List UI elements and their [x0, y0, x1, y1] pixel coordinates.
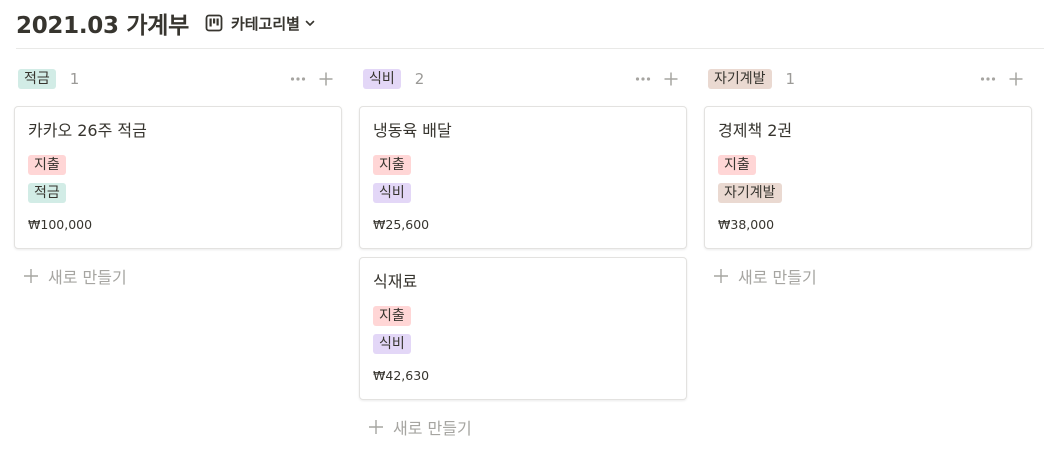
- card-tag-expense: 지출: [718, 155, 756, 175]
- new-card-button[interactable]: 새로 만들기: [704, 261, 1032, 291]
- header-divider: [16, 48, 1044, 49]
- new-card-button[interactable]: 새로 만들기: [14, 261, 342, 291]
- card-tag-category: 식비: [373, 334, 411, 354]
- card-tag-category: 식비: [373, 183, 411, 203]
- card-price: ₩42,630: [373, 368, 430, 383]
- card-title: 카카오 26주 적금: [28, 121, 147, 140]
- board-card[interactable]: 경제책 2권 지출 자기계발 ₩38,000: [704, 106, 1032, 249]
- card-tags: 지출 적금: [28, 155, 329, 203]
- board-card[interactable]: 카카오 26주 적금 지출 적금 ₩100,000: [14, 106, 342, 249]
- card-tag-expense: 지출: [373, 155, 411, 175]
- card-tag-category: 적금: [28, 183, 66, 203]
- card-tag-expense: 지출: [28, 155, 66, 175]
- card-price: ₩100,000: [28, 217, 93, 232]
- card-title: 경제책 2권: [718, 121, 793, 140]
- new-card-button[interactable]: 새로 만들기: [359, 412, 687, 442]
- plus-icon[interactable]: [659, 67, 683, 91]
- plus-icon: [24, 269, 38, 283]
- plus-icon: [369, 420, 383, 434]
- plus-icon[interactable]: [314, 67, 338, 91]
- card-tags: 지출 자기계발: [718, 155, 1019, 203]
- card-tag-expense: 지출: [373, 306, 411, 326]
- more-icon[interactable]: [976, 67, 1000, 91]
- column-tag[interactable]: 식비: [363, 69, 401, 89]
- chevron-down-icon: [305, 20, 315, 26]
- card-tag-category: 자기계발: [718, 183, 782, 203]
- card-title: 식재료: [373, 272, 418, 291]
- column-count: 2: [414, 70, 425, 88]
- board-icon: [205, 14, 223, 32]
- board-column-savings: 적금 1 카카오 26주 적금 지출 적금 ₩100,000 새로 만들기: [14, 64, 342, 291]
- view-switcher[interactable]: 카테고리별: [205, 13, 316, 34]
- board-card[interactable]: 식재료 지출 식비 ₩42,630: [359, 257, 687, 400]
- plus-icon[interactable]: [1004, 67, 1028, 91]
- more-icon[interactable]: [286, 67, 310, 91]
- card-tags: 지출 식비: [373, 155, 674, 203]
- board-column-food: 식비 2 냉동육 배달 지출 식비 ₩25,600 식재료 지출 식비 ₩42,…: [359, 64, 687, 442]
- card-price: ₩38,000: [718, 217, 775, 232]
- column-header: 자기계발 1: [704, 64, 1032, 94]
- more-icon[interactable]: [631, 67, 655, 91]
- column-tag[interactable]: 자기계발: [708, 69, 772, 89]
- view-label: 카테고리별: [230, 14, 300, 33]
- column-count: 1: [785, 70, 796, 88]
- header: 2021.03 가계부 카테고리별: [16, 6, 316, 40]
- new-card-label: 새로 만들기: [48, 268, 127, 287]
- column-header: 식비 2: [359, 64, 687, 94]
- card-title: 냉동육 배달: [373, 121, 452, 140]
- board-column-self-development: 자기계발 1 경제책 2권 지출 자기계발 ₩38,000 새로 만들기: [704, 64, 1032, 291]
- card-tags: 지출 식비: [373, 306, 674, 354]
- column-count: 1: [69, 70, 80, 88]
- board-card[interactable]: 냉동육 배달 지출 식비 ₩25,600: [359, 106, 687, 249]
- column-header: 적금 1: [14, 64, 342, 94]
- column-tag[interactable]: 적금: [18, 69, 56, 89]
- new-card-label: 새로 만들기: [393, 419, 472, 438]
- page-title: 2021.03 가계부: [16, 13, 189, 39]
- card-price: ₩25,600: [373, 217, 430, 232]
- new-card-label: 새로 만들기: [738, 268, 817, 287]
- plus-icon: [714, 269, 728, 283]
